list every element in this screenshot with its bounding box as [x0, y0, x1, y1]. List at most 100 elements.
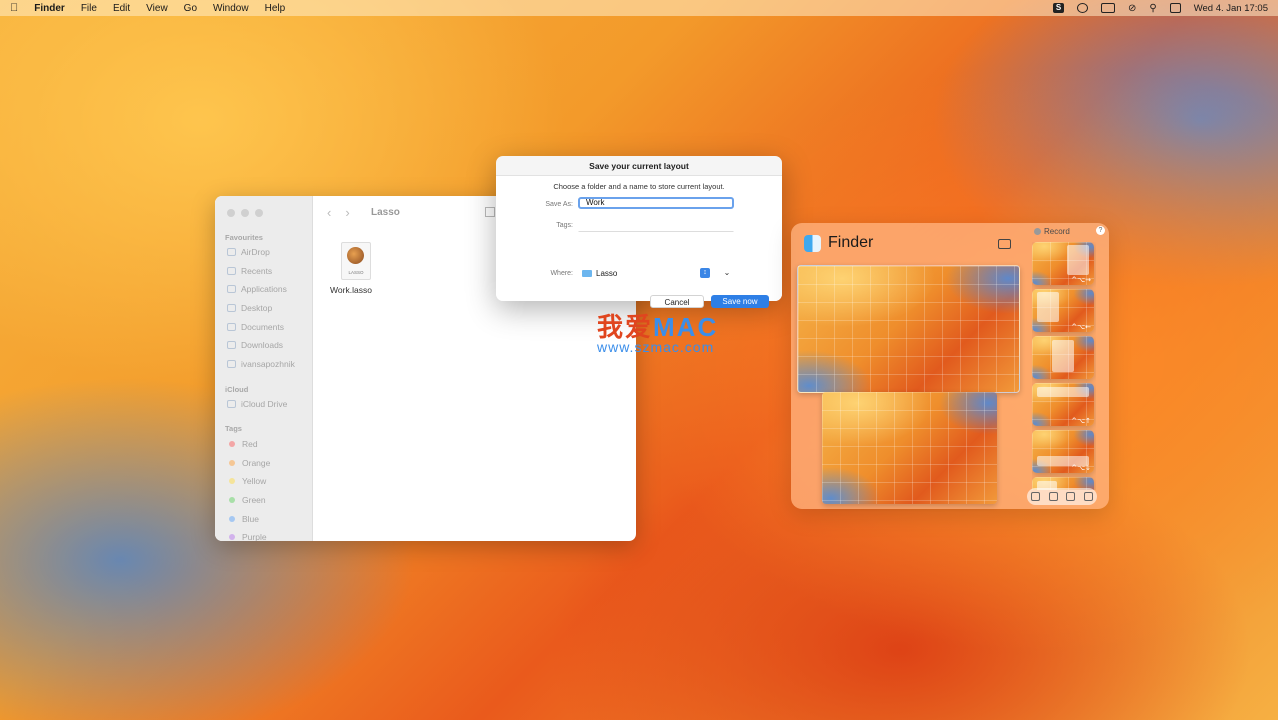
where-select[interactable]: Lasso ↕	[582, 267, 716, 279]
tags-label: Tags:	[556, 222, 573, 229]
folder-icon	[582, 269, 592, 277]
finder-sidebar: Favourites AirDrop Recents Applications …	[215, 196, 313, 541]
sidebar-item-airdrop[interactable]: AirDrop	[227, 247, 270, 257]
sidebar-toggle-icon[interactable]	[998, 239, 1011, 249]
menu-help[interactable]: Help	[265, 3, 286, 14]
record-button[interactable]: Record	[1034, 227, 1070, 236]
control-center-icon[interactable]	[1169, 3, 1181, 13]
layout-preview-secondary[interactable]	[822, 392, 997, 504]
watermark-url: www.szmac.com	[597, 339, 715, 355]
sidebar-item-downloads[interactable]: Downloads	[227, 340, 283, 350]
trash-icon[interactable]	[1083, 492, 1093, 501]
search-icon[interactable]: ⚲	[1149, 3, 1156, 14]
layout-thumbnail[interactable]	[1032, 336, 1094, 379]
sidebar-section-tags: Tags	[225, 424, 242, 433]
sidebar-tag-blue[interactable]: Blue	[227, 514, 259, 524]
close-button[interactable]	[227, 209, 235, 217]
download-icon	[227, 341, 236, 349]
sidebar-tag-red[interactable]: Red	[227, 439, 258, 449]
shortcut-label: ^⌥↑	[1071, 417, 1091, 425]
menu-go[interactable]: Go	[184, 3, 197, 14]
sidebar-item-desktop[interactable]: Desktop	[227, 303, 272, 313]
tag-dot-icon	[229, 441, 235, 447]
zoom-button[interactable]	[255, 209, 263, 217]
tag-dot-icon	[229, 497, 235, 503]
sidebar-item-recents[interactable]: Recents	[227, 266, 272, 276]
sidebar-item-applications[interactable]: Applications	[227, 284, 287, 294]
layout-thumbnail[interactable]: ^⌥→	[1032, 242, 1094, 285]
sidebar-section-icloud: iCloud	[225, 385, 249, 394]
clock-icon	[227, 267, 236, 275]
save-now-button[interactable]: Save now	[711, 295, 769, 308]
layout-thumbnail[interactable]: ^⌥↓	[1032, 430, 1094, 473]
cancel-button[interactable]: Cancel	[650, 295, 704, 308]
shortcut-label: ^⌥↓	[1071, 464, 1091, 472]
forward-chevron-icon[interactable]: ›	[345, 205, 349, 220]
skype-icon[interactable]: S	[1052, 3, 1064, 13]
apple-menu-icon[interactable]: 	[10, 2, 18, 14]
window-controls	[227, 209, 263, 217]
menu-window[interactable]: Window	[213, 3, 249, 14]
sidebar-item-home[interactable]: ivansapozhnik	[227, 359, 295, 369]
file-item[interactable]: LASSO Work.lasso	[330, 242, 377, 295]
menu-edit[interactable]: Edit	[113, 3, 130, 14]
import-icon[interactable]	[1031, 492, 1041, 501]
menu-view[interactable]: View	[146, 3, 168, 14]
window-region	[1037, 292, 1059, 322]
menu-file[interactable]: File	[81, 3, 97, 14]
menu-bar:  Finder File Edit View Go Window Help S…	[0, 0, 1278, 16]
window-region	[1037, 456, 1089, 466]
window-title: Lasso	[371, 207, 400, 218]
record-dot-icon	[1034, 228, 1041, 235]
cloud-icon	[227, 400, 236, 408]
document-icon	[227, 323, 236, 331]
finder-app-icon	[804, 235, 821, 252]
record-label: Record	[1044, 227, 1070, 236]
where-label: Where:	[550, 270, 573, 277]
window-region	[1052, 340, 1074, 372]
menu-clock[interactable]: Wed 4. Jan 17:05	[1194, 3, 1268, 14]
cloud-upload-icon[interactable]	[1066, 492, 1076, 501]
wifi-off-icon[interactable]: ⊘	[1128, 3, 1136, 14]
sidebar-tag-yellow[interactable]: Yellow	[227, 476, 266, 486]
help-button[interactable]: ?	[1096, 226, 1105, 235]
tag-dot-icon	[229, 516, 235, 522]
sidebar-item-icloud-drive[interactable]: iCloud Drive	[227, 399, 287, 409]
home-icon	[227, 360, 236, 368]
chevron-down-icon[interactable]: ⌄	[721, 267, 733, 279]
back-chevron-icon[interactable]: ‹	[327, 205, 331, 220]
battery-icon[interactable]	[1100, 3, 1115, 13]
menu-app-name[interactable]: Finder	[34, 3, 65, 14]
tags-field[interactable]	[578, 220, 734, 232]
save-layout-dialog: Save your current layout Choose a folder…	[496, 156, 782, 308]
dialog-body: Choose a folder and a name to store curr…	[496, 176, 782, 308]
save-as-field[interactable]: Work	[578, 197, 734, 209]
sidebar-tag-green[interactable]: Green	[227, 495, 266, 505]
minimize-button[interactable]	[241, 209, 249, 217]
dialog-description: Choose a folder and a name to store curr…	[553, 182, 725, 191]
file-icon-label: LASSO	[348, 270, 364, 275]
nav-buttons: ‹ ›	[327, 205, 350, 220]
sidebar-section-favourites: Favourites	[225, 233, 263, 242]
sidebar-item-documents[interactable]: Documents	[227, 322, 284, 332]
layout-thumbnails: ^⌥→ ^⌥← ^⌥↑ ^⌥↓	[1032, 242, 1096, 490]
sidebar-tag-orange[interactable]: Orange	[227, 458, 270, 468]
lasso-file-icon: LASSO	[341, 242, 371, 280]
tag-dot-icon	[229, 534, 235, 540]
panel-actions	[1027, 488, 1097, 505]
panel-app-title: Finder	[828, 234, 874, 251]
share-icon[interactable]	[1048, 492, 1058, 501]
layout-thumbnail[interactable]: ^⌥↑	[1032, 383, 1094, 426]
shortcut-label: ^⌥←	[1071, 323, 1091, 331]
layout-preview-main[interactable]	[797, 265, 1020, 393]
lasso-logo-icon	[347, 247, 364, 264]
desktop-icon	[227, 304, 236, 312]
layout-thumbnail[interactable]: ^⌥←	[1032, 289, 1094, 332]
popup-stepper-icon: ↕	[700, 268, 710, 278]
sidebar-tag-purple[interactable]: Purple	[227, 532, 267, 541]
chat-icon[interactable]	[1076, 3, 1088, 13]
shortcut-label: ^⌥→	[1071, 276, 1091, 284]
watermark-cn: 我爱	[597, 312, 654, 342]
grid-view-icon[interactable]	[485, 207, 495, 217]
airdrop-icon	[227, 248, 236, 256]
